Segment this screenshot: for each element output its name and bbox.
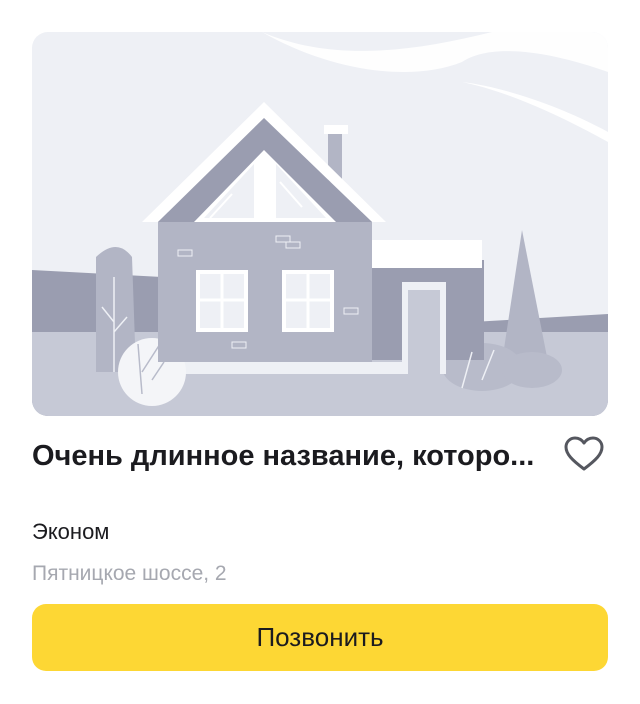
call-button[interactable]: Позвонить bbox=[32, 604, 608, 671]
listing-title[interactable]: Очень длинное название, которо... bbox=[32, 438, 560, 474]
title-row: Очень длинное название, которо... bbox=[32, 434, 608, 478]
listing-category: Эконом bbox=[32, 519, 110, 544]
house-illustration bbox=[32, 32, 608, 416]
heart-outline-icon[interactable] bbox=[562, 434, 606, 474]
listing-address: Пятницкое шоссе, 2 bbox=[32, 562, 227, 585]
